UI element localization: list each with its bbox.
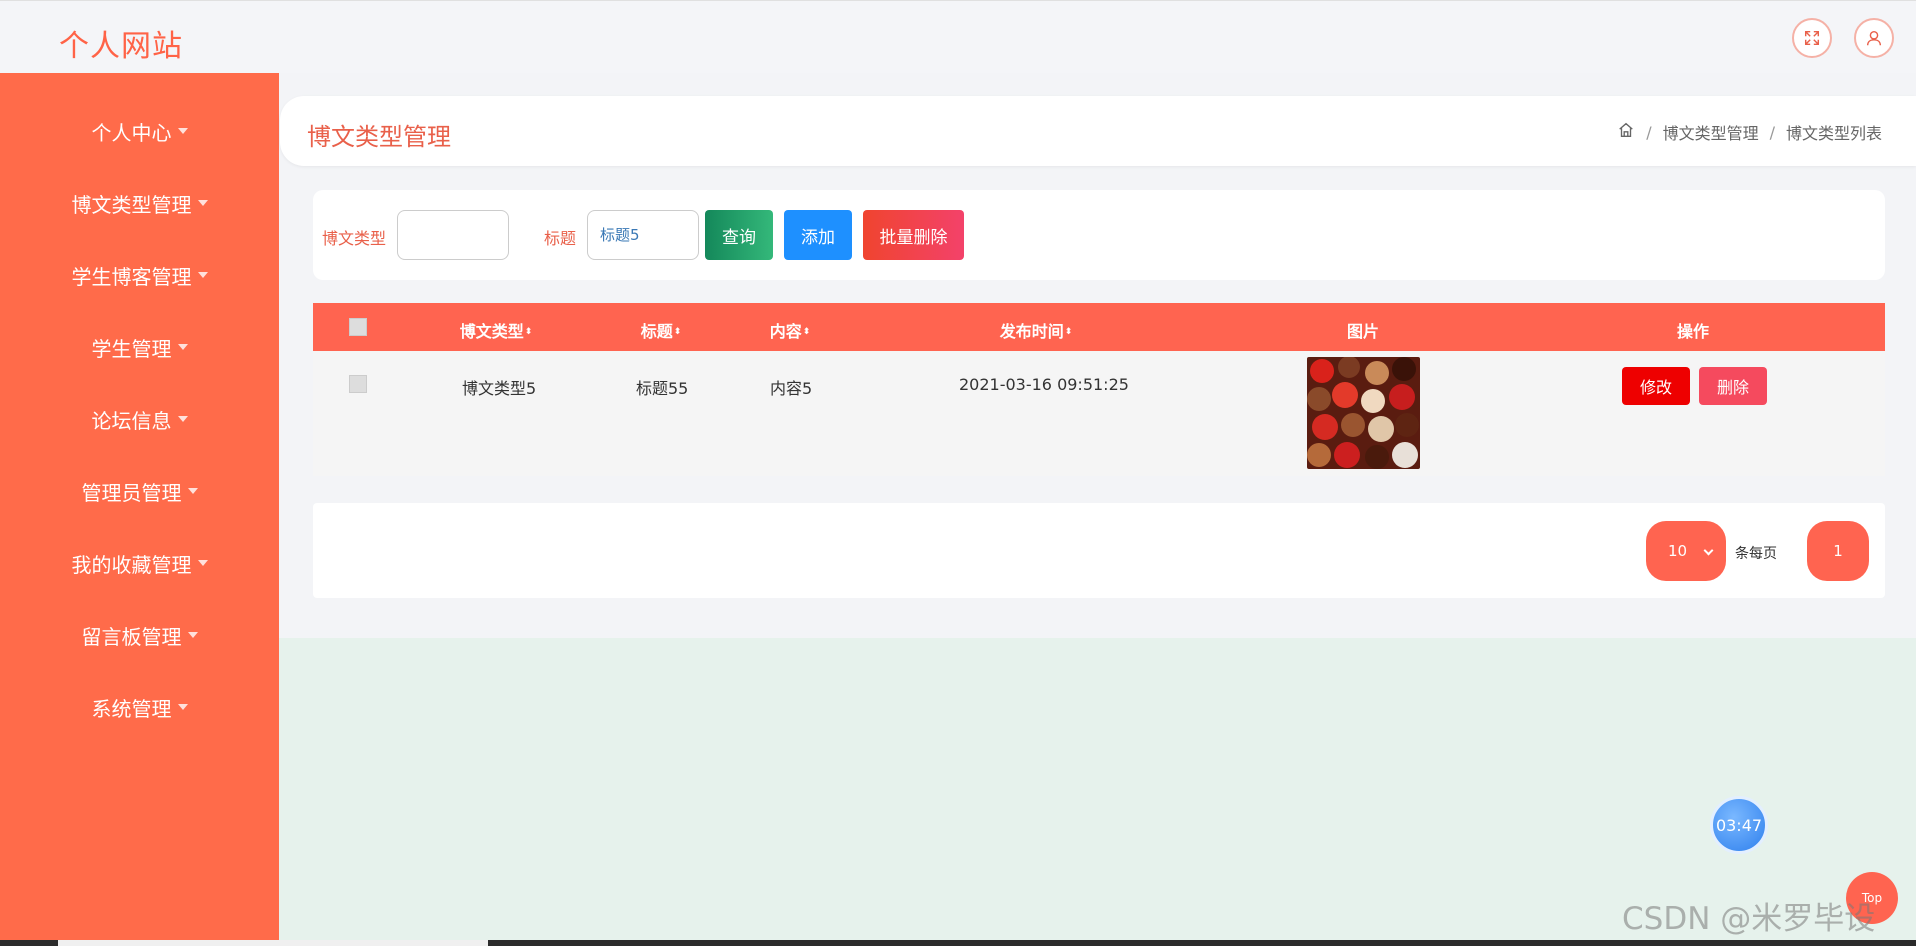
caret-down-icon (197, 560, 208, 566)
caret-down-icon (187, 632, 198, 638)
caret-down-icon (177, 344, 188, 350)
sort-icon: ⬍ (1064, 327, 1073, 337)
delete-button[interactable]: 删除 (1699, 367, 1767, 405)
title-input[interactable]: 标题5 (587, 210, 699, 260)
breadcrumb-item[interactable]: 博文类型管理 (1663, 120, 1759, 144)
page-header: 博文类型管理 / 博文类型管理 / 博文类型列表 (280, 96, 1916, 166)
edit-button[interactable]: 修改 (1622, 367, 1690, 405)
cell-type: 博文类型5 (462, 379, 537, 398)
column-header-actions: 操作 (1676, 322, 1710, 341)
page-number-button[interactable]: 1 (1807, 521, 1869, 581)
sidebar-item-blog-type[interactable]: 博文类型管理 (0, 183, 279, 223)
per-page-label: 条每页 (1735, 546, 1777, 562)
caret-down-icon (177, 128, 188, 134)
top-bar: 个人网站 (0, 0, 1916, 73)
sidebar: 个人中心 博文类型管理 学生博客管理 学生管理 论坛信息 管理员管理 我的收藏管… (0, 73, 279, 946)
select-all-checkbox[interactable] (349, 318, 367, 336)
chocolate-image[interactable] (1307, 357, 1420, 469)
sort-icon: ⬍ (802, 327, 811, 337)
sidebar-item-messages[interactable]: 留言板管理 (0, 615, 279, 655)
caret-down-icon (177, 416, 188, 422)
blog-type-label: 博文类型 (322, 229, 387, 248)
cell-title: 标题55 (636, 379, 689, 398)
sidebar-item-student-blog[interactable]: 学生博客管理 (0, 255, 279, 295)
home-icon[interactable] (1617, 121, 1635, 143)
title-label: 标题 (544, 229, 577, 248)
column-header-title[interactable]: 标题⬍ (641, 318, 682, 342)
sidebar-item-personal-center[interactable]: 个人中心 (0, 111, 279, 151)
column-header-image: 图片 (1346, 322, 1380, 341)
add-button[interactable]: 添加 (784, 210, 852, 260)
watermark-text: CSDN @米罗毕设 (1622, 901, 1876, 937)
page-size-select[interactable]: 10 (1646, 521, 1726, 581)
page-title: 博文类型管理 (307, 123, 451, 151)
site-title: 个人网站 (59, 29, 183, 64)
breadcrumb: / 博文类型管理 / 博文类型列表 (1617, 120, 1882, 144)
user-icon[interactable] (1854, 18, 1894, 58)
fullscreen-icon[interactable] (1792, 18, 1832, 58)
caret-down-icon (187, 488, 198, 494)
search-form: 博文类型 标题 标题5 查询 添加 批量删除 (313, 190, 1885, 280)
column-header-time[interactable]: 发布时间⬍ (1000, 318, 1073, 342)
sidebar-item-admin[interactable]: 管理员管理 (0, 471, 279, 511)
table-header: 博文类型⬍ 标题⬍ 内容⬍ 发布时间⬍ 图片 操作 (313, 303, 1885, 351)
sort-icon: ⬍ (673, 327, 682, 337)
sidebar-item-forum[interactable]: 论坛信息 (0, 399, 279, 439)
row-checkbox[interactable] (349, 375, 367, 393)
sort-icon: ⬍ (524, 327, 533, 337)
caret-down-icon (177, 704, 188, 710)
blog-type-input[interactable] (397, 210, 509, 260)
sidebar-item-favorites[interactable]: 我的收藏管理 (0, 543, 279, 583)
batch-delete-button[interactable]: 批量删除 (863, 210, 964, 260)
column-header-type[interactable]: 博文类型⬍ (460, 318, 533, 342)
cell-content: 内容5 (770, 379, 813, 398)
caret-down-icon (197, 200, 208, 206)
sidebar-item-students[interactable]: 学生管理 (0, 327, 279, 367)
chevron-down-icon (1703, 545, 1714, 556)
caret-down-icon (197, 272, 208, 278)
breadcrumb-item-current: 博文类型列表 (1785, 124, 1882, 143)
cell-time: 2021-03-16 09:51:25 (959, 375, 1129, 394)
sidebar-item-system[interactable]: 系统管理 (0, 687, 279, 727)
column-header-content[interactable]: 内容⬍ (770, 318, 811, 342)
taskbar-strip (0, 940, 1916, 946)
data-table: 博文类型⬍ 标题⬍ 内容⬍ 发布时间⬍ 图片 操作 博文类型5 标题55 内容5… (313, 303, 1885, 476)
timer-widget[interactable]: 03:47 (1710, 796, 1768, 854)
pagination: 10 条每页 1 (313, 503, 1885, 598)
query-button[interactable]: 查询 (705, 210, 773, 260)
